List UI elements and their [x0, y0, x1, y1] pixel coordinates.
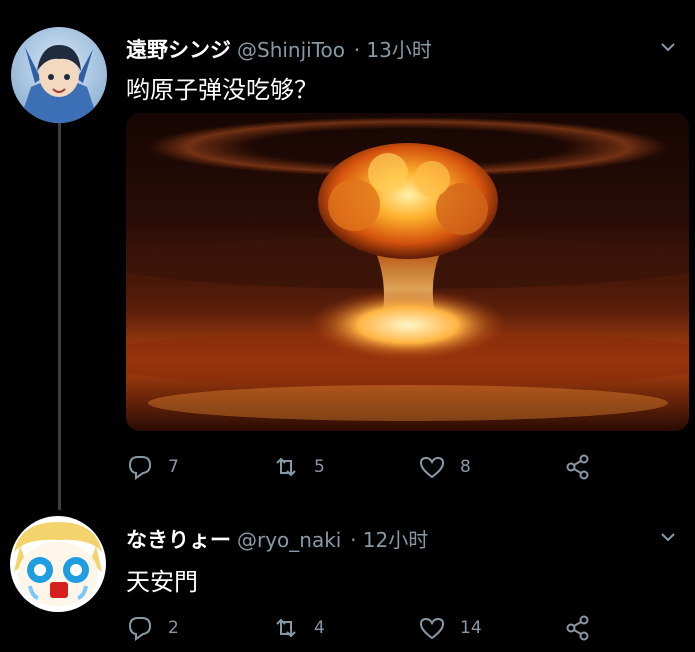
tweet-actions: 7 5 8 — [126, 453, 606, 481]
tweet-header: なきりょー @ryo_naki · 12小时 — [126, 524, 428, 554]
chevron-down-icon[interactable] — [659, 528, 677, 546]
share-button[interactable] — [564, 614, 606, 642]
tweet-1[interactable]: 遠野シンジ @ShinjiToo · 13小时 哟原子弹没吃够？ 7 5 8 — [0, 0, 695, 500]
handle[interactable]: @ryo_naki — [237, 528, 341, 552]
share-icon — [566, 615, 589, 641]
share-icon — [566, 454, 589, 480]
avatar[interactable] — [11, 27, 107, 123]
chevron-down-icon[interactable] — [659, 38, 677, 56]
reply-count: 7 — [168, 457, 179, 477]
retweet-button[interactable]: 4 — [272, 614, 325, 642]
retweet-icon — [276, 618, 296, 638]
display-name[interactable]: なきりょー — [126, 528, 231, 552]
reply-button[interactable]: 7 — [126, 453, 179, 481]
reply-button[interactable]: 2 — [126, 614, 179, 642]
timestamp[interactable]: · 12小时 — [350, 528, 428, 552]
display-name[interactable]: 遠野シンジ — [126, 38, 231, 62]
like-button[interactable]: 14 — [418, 614, 482, 642]
handle[interactable]: @ShinjiToo — [237, 38, 345, 62]
like-button[interactable]: 8 — [418, 453, 471, 481]
avatar[interactable] — [10, 516, 106, 612]
retweet-icon — [276, 457, 296, 477]
tweet-text: 天安門 — [126, 568, 198, 596]
retweet-count: 4 — [314, 618, 325, 638]
retweet-button[interactable]: 5 — [272, 453, 325, 481]
like-icon — [419, 617, 445, 640]
tweet-text: 哟原子弹没吃够？ — [126, 76, 318, 104]
tweet-2[interactable]: なきりょー @ryo_naki · 12小时 天安門 2 4 14 — [0, 500, 695, 652]
reply-icon — [128, 456, 152, 480]
share-button[interactable] — [564, 453, 606, 481]
timestamp[interactable]: · 13小时 — [354, 38, 432, 62]
reply-count: 2 — [168, 618, 179, 638]
tweet-header: 遠野シンジ @ShinjiToo · 13小时 — [126, 34, 432, 64]
tweet-image[interactable] — [126, 113, 689, 431]
like-count: 8 — [460, 457, 471, 477]
retweet-count: 5 — [314, 457, 325, 477]
tweet-actions: 2 4 14 — [126, 614, 606, 642]
like-count: 14 — [460, 618, 482, 638]
reply-icon — [128, 617, 152, 641]
like-icon — [419, 456, 445, 479]
